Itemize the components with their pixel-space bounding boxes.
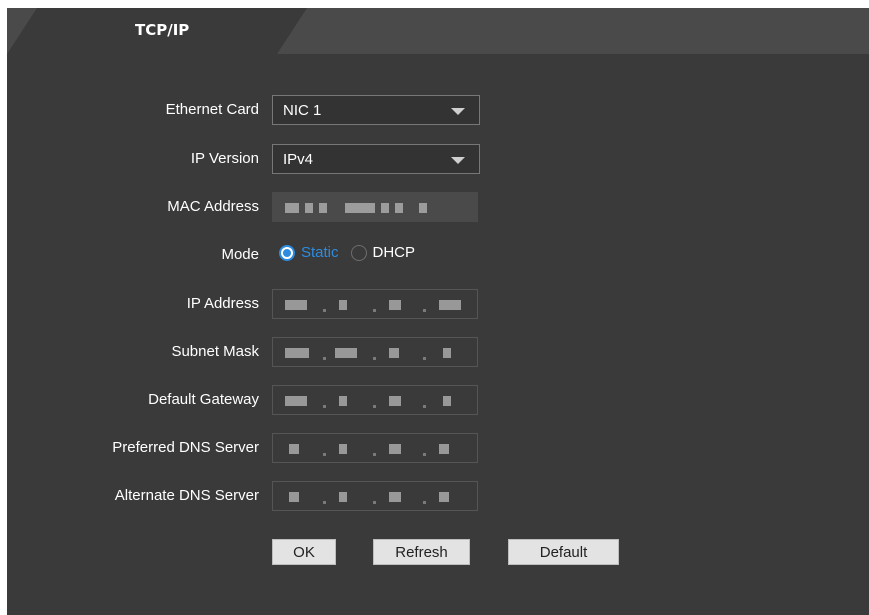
- redacted-value: [339, 300, 347, 310]
- octet-separator: [323, 309, 326, 312]
- mode-label: Mode: [221, 246, 259, 263]
- mode-dhcp-radio[interactable]: [350, 244, 367, 261]
- redacted-value: [305, 203, 313, 213]
- ethernet-card-row: Ethernet Card NIC 1: [7, 95, 869, 125]
- preferred-dns-label: Preferred DNS Server: [112, 439, 259, 456]
- redacted-value: [439, 300, 461, 310]
- ip-address-input[interactable]: [272, 289, 478, 319]
- mode-dhcp-label[interactable]: DHCP: [373, 244, 416, 261]
- chevron-down-icon: [451, 108, 465, 115]
- default-button[interactable]: Default: [508, 539, 619, 565]
- tab-tcpip[interactable]: TCP/IP: [7, 8, 307, 54]
- octet-separator: [323, 501, 326, 504]
- redacted-value: [439, 492, 449, 502]
- mac-address-field: [272, 192, 478, 222]
- octet-separator: [373, 309, 376, 312]
- octet-separator: [373, 501, 376, 504]
- redacted-value: [285, 348, 309, 358]
- redacted-value: [335, 348, 357, 358]
- redacted-value: [389, 444, 401, 454]
- ip-version-label: IP Version: [190, 150, 259, 167]
- octet-separator: [373, 357, 376, 360]
- ethernet-card-label: Ethernet Card: [165, 101, 259, 118]
- ethernet-card-value: NIC 1: [283, 102, 322, 119]
- refresh-button[interactable]: Refresh: [373, 539, 470, 565]
- redacted-value: [443, 396, 451, 406]
- tab-bar: TCP/IP: [7, 8, 869, 54]
- octet-separator: [323, 405, 326, 408]
- redacted-value: [339, 444, 347, 454]
- ip-version-value: IPv4: [283, 151, 314, 168]
- redacted-value: [285, 396, 307, 406]
- subnet-mask-label: Subnet Mask: [171, 343, 259, 360]
- redacted-value: [285, 203, 299, 213]
- preferred-dns-input[interactable]: [272, 433, 478, 463]
- action-buttons: OK Refresh Default: [7, 539, 869, 569]
- ip-address-label: IP Address: [186, 295, 259, 312]
- tcpip-settings-panel: TCP/IP Ethernet Card NIC 1 IP Version IP…: [7, 8, 869, 615]
- tab-label: TCP/IP: [135, 21, 190, 39]
- redacted-value: [289, 444, 299, 454]
- redacted-value: [345, 203, 375, 213]
- octet-separator: [373, 453, 376, 456]
- mode-radio-group: Static DHCP: [279, 244, 427, 261]
- redacted-value: [439, 444, 449, 454]
- subnet-mask-row: Subnet Mask: [7, 337, 869, 367]
- octet-separator: [373, 405, 376, 408]
- chevron-down-icon: [451, 157, 465, 164]
- redacted-value: [381, 203, 389, 213]
- redacted-value: [389, 348, 399, 358]
- ip-version-row: IP Version IPv4: [7, 144, 869, 174]
- redacted-value: [389, 300, 401, 310]
- redacted-value: [419, 203, 427, 213]
- octet-separator: [423, 405, 426, 408]
- default-gateway-label: Default Gateway: [148, 391, 259, 408]
- redacted-value: [443, 348, 451, 358]
- ok-button[interactable]: OK: [272, 539, 336, 565]
- octet-separator: [423, 501, 426, 504]
- mode-row: Mode Static DHCP: [7, 240, 869, 270]
- default-gateway-row: Default Gateway: [7, 385, 869, 415]
- redacted-value: [339, 396, 347, 406]
- alternate-dns-input[interactable]: [272, 481, 478, 511]
- mac-address-row: MAC Address: [7, 192, 869, 222]
- ethernet-card-select[interactable]: NIC 1: [272, 95, 480, 125]
- preferred-dns-row: Preferred DNS Server: [7, 433, 869, 463]
- alternate-dns-label: Alternate DNS Server: [114, 487, 259, 504]
- octet-separator: [323, 453, 326, 456]
- redacted-value: [319, 203, 327, 213]
- redacted-value: [289, 492, 299, 502]
- default-gateway-input[interactable]: [272, 385, 478, 415]
- redacted-value: [339, 492, 347, 502]
- octet-separator: [423, 357, 426, 360]
- octet-separator: [423, 309, 426, 312]
- mode-static-label[interactable]: Static: [301, 244, 339, 261]
- redacted-value: [389, 396, 401, 406]
- redacted-value: [285, 300, 307, 310]
- ip-address-row: IP Address: [7, 289, 869, 319]
- redacted-value: [395, 203, 403, 213]
- octet-separator: [323, 357, 326, 360]
- alternate-dns-row: Alternate DNS Server: [7, 481, 869, 511]
- ip-version-select[interactable]: IPv4: [272, 144, 480, 174]
- mode-static-radio[interactable]: [279, 244, 295, 261]
- mac-address-label: MAC Address: [167, 198, 259, 215]
- octet-separator: [423, 453, 426, 456]
- subnet-mask-input[interactable]: [272, 337, 478, 367]
- redacted-value: [389, 492, 401, 502]
